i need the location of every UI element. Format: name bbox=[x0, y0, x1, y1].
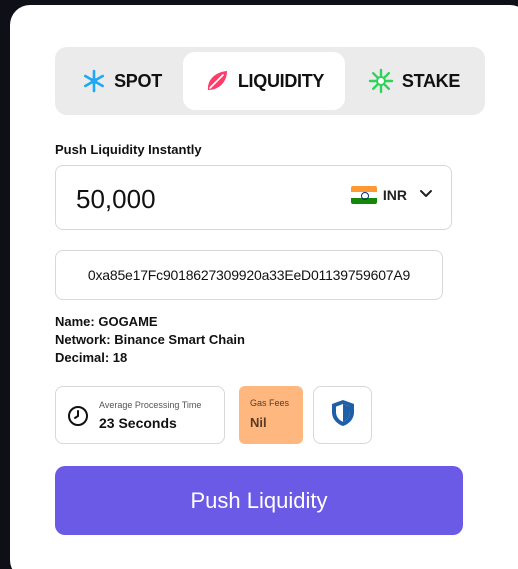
currency-code: INR bbox=[382, 187, 407, 203]
processing-time-card: Average Processing Time 23 Seconds bbox=[55, 386, 225, 444]
clock-icon bbox=[67, 405, 89, 432]
security-shield-button[interactable] bbox=[313, 386, 372, 444]
amount-section-label: Push Liquidity Instantly bbox=[55, 142, 202, 157]
snowflake-icon bbox=[82, 69, 106, 93]
leaf-icon bbox=[204, 68, 230, 94]
contract-address-field[interactable]: 0xa85e17Fc9018627309920a33EeD01139759607… bbox=[55, 250, 443, 300]
shield-icon bbox=[330, 398, 356, 433]
push-liquidity-button[interactable]: Push Liquidity bbox=[55, 466, 463, 535]
tab-liquidity-label: LIQUIDITY bbox=[237, 70, 325, 91]
amount-field[interactable]: 50,000 INR bbox=[55, 165, 452, 230]
token-decimal: Decimal: 18 bbox=[55, 350, 128, 365]
currency-select[interactable]: INR bbox=[350, 186, 433, 204]
gas-fees-label: Gas Fees bbox=[250, 398, 290, 408]
processing-time-label: Average Processing Time bbox=[99, 400, 202, 410]
amount-value[interactable]: 50,000 bbox=[76, 184, 156, 215]
tab-spot[interactable]: SPOT bbox=[63, 52, 181, 110]
tab-spot-label: SPOT bbox=[114, 70, 162, 91]
tab-stake[interactable]: STAKE bbox=[350, 52, 478, 110]
tab-liquidity[interactable]: LIQUIDITY bbox=[183, 52, 345, 110]
chevron-down-icon bbox=[419, 186, 433, 204]
processing-time-value: 23 Seconds bbox=[99, 415, 177, 431]
gas-fees-value: Nil bbox=[250, 415, 267, 430]
gas-fees-card: Gas Fees Nil bbox=[239, 386, 303, 444]
tab-stake-label: STAKE bbox=[401, 70, 461, 91]
token-network: Network: Binance Smart Chain bbox=[55, 332, 245, 347]
sparkle-icon bbox=[368, 68, 394, 94]
liquidity-card: SPOT LIQUIDITY STAKE Push Liquidity Inst… bbox=[10, 5, 518, 569]
mode-tabs: SPOT LIQUIDITY STAKE bbox=[55, 47, 485, 115]
token-info: Name: GOGAME Network: Binance Smart Chai… bbox=[55, 313, 245, 367]
india-flag-icon bbox=[350, 186, 377, 204]
token-name: Name: GOGAME bbox=[55, 314, 158, 329]
